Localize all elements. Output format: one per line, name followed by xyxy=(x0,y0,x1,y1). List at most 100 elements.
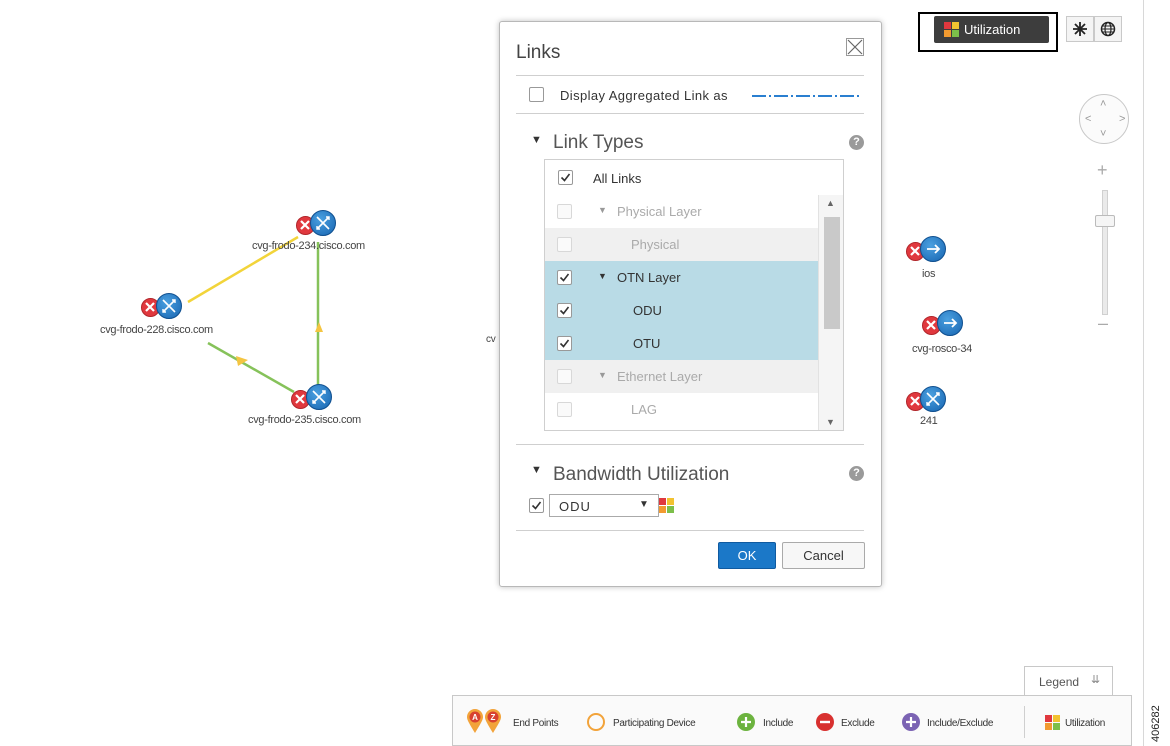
router-icon[interactable] xyxy=(310,210,336,236)
figure-id: 406282 xyxy=(1150,705,1162,742)
zoom-slider[interactable] xyxy=(1102,190,1108,315)
legend-label: Include/Exclude xyxy=(927,718,994,729)
scroll-down-icon[interactable]: ▼ xyxy=(826,417,835,427)
node-label[interactable]: cvg-frodo-228.cisco.com xyxy=(100,324,213,336)
otu-label: OTU xyxy=(633,336,661,351)
aggregated-link-label: Display Aggregated Link as xyxy=(560,88,728,103)
utilization-button[interactable]: Utilization xyxy=(934,16,1049,43)
tree-row-otu[interactable]: OTU xyxy=(545,327,818,360)
tree-row-physical: Physical xyxy=(545,228,818,261)
include-exclude-icon xyxy=(902,713,920,731)
link-228-235[interactable] xyxy=(207,341,295,394)
selected-option: ODU xyxy=(559,499,591,514)
router-icon[interactable] xyxy=(920,236,946,262)
router-icon[interactable] xyxy=(937,310,963,336)
ethernet-layer-checkbox[interactable] xyxy=(557,369,572,384)
odu-checkbox[interactable] xyxy=(557,303,572,318)
close-button[interactable] xyxy=(846,38,864,56)
svg-text:Z: Z xyxy=(491,713,496,722)
node-label[interactable]: cvg-rosco-34 xyxy=(912,343,972,355)
include-icon xyxy=(737,713,755,731)
pan-left-icon[interactable]: < xyxy=(1085,114,1091,125)
node-label[interactable]: ios xyxy=(922,268,935,280)
cancel-button[interactable]: Cancel xyxy=(782,542,865,569)
legend-label: End Points xyxy=(513,718,559,729)
tree-row-ethernet-layer: ▼ Ethernet Layer xyxy=(545,360,818,393)
lag-checkbox[interactable] xyxy=(557,402,572,417)
legend-label: Participating Device xyxy=(613,718,696,729)
zoom-out-icon[interactable]: – xyxy=(1098,313,1108,334)
collapse-triangle-icon[interactable]: ▼ xyxy=(598,271,607,281)
collapse-triangle-icon[interactable]: ▼ xyxy=(598,205,607,215)
zoom-in-icon[interactable]: + xyxy=(1097,160,1108,181)
svg-text:A: A xyxy=(472,713,478,722)
pan-right-icon[interactable]: > xyxy=(1119,114,1125,125)
router-icon[interactable] xyxy=(306,384,332,410)
help-icon[interactable]: ? xyxy=(849,135,864,150)
tree-row-otn-layer[interactable]: ▼ OTN Layer xyxy=(545,261,818,294)
router-icon[interactable] xyxy=(156,293,182,319)
link-arrow-icon xyxy=(315,322,323,332)
double-chevron-down-icon: ⇊ xyxy=(1091,674,1101,686)
zoom-slider-thumb[interactable] xyxy=(1095,215,1115,227)
utilization-icon xyxy=(944,22,959,37)
ok-button[interactable]: OK xyxy=(718,542,776,569)
pan-up-icon[interactable]: ˄ xyxy=(1100,99,1106,110)
pan-down-icon[interactable]: ˅ xyxy=(1100,129,1106,140)
ethernet-layer-label: Ethernet Layer xyxy=(617,369,703,384)
bandwidth-heading: Bandwidth Utilization xyxy=(553,464,730,485)
physical-checkbox[interactable] xyxy=(557,237,572,252)
topology-layout-icon xyxy=(1073,22,1087,36)
tree-row-physical-layer: ▼ Physical Layer xyxy=(545,195,818,228)
node-label[interactable]: cvg-frodo-235.cisco.com xyxy=(248,414,361,426)
collapse-triangle-icon[interactable]: ▼ xyxy=(598,370,607,380)
dialog-title: Links xyxy=(516,42,561,63)
otu-checkbox[interactable] xyxy=(557,336,572,351)
exclude-icon xyxy=(816,713,834,731)
map-view-button[interactable] xyxy=(1094,16,1122,42)
all-links-checkbox[interactable] xyxy=(558,170,573,185)
link-types-heading: Link Types xyxy=(553,132,644,153)
utilization-icon xyxy=(659,498,674,513)
all-links-label: All Links xyxy=(593,171,642,186)
scrollbar-thumb[interactable] xyxy=(824,217,840,329)
collapse-triangle-icon[interactable]: ▼ xyxy=(531,464,542,476)
pan-control[interactable]: ˄ ˅ < > xyxy=(1079,94,1129,144)
legend-bar: A Z End Points Participating Device Incl… xyxy=(452,695,1132,746)
utilization-label: Utilization xyxy=(964,22,1021,37)
legend-toggle[interactable]: Legend ⇊ xyxy=(1024,666,1113,696)
legend-tab-label: Legend xyxy=(1039,675,1080,689)
aggregated-line-sample xyxy=(752,95,860,97)
tree-scrollbar[interactable]: ▲ ▼ xyxy=(818,195,843,430)
aggregated-link-checkbox[interactable] xyxy=(529,87,544,102)
bandwidth-checkbox[interactable] xyxy=(529,498,544,513)
otn-layer-label: OTN Layer xyxy=(617,270,681,285)
odu-label: ODU xyxy=(633,303,662,318)
endpoint-az-icon: A Z xyxy=(467,709,501,733)
node-label[interactable]: cv xyxy=(486,334,496,345)
tree-row-lag: LAG xyxy=(545,393,818,426)
physical-layer-checkbox[interactable] xyxy=(557,204,572,219)
physical-label: Physical xyxy=(631,237,680,252)
close-icon xyxy=(847,39,863,55)
router-icon[interactable] xyxy=(920,386,946,412)
chevron-down-icon: ▼ xyxy=(639,499,650,510)
help-icon[interactable]: ? xyxy=(849,466,864,481)
scroll-up-icon[interactable]: ▲ xyxy=(826,198,835,208)
node-label[interactable]: 241 xyxy=(920,415,938,427)
layout-button[interactable] xyxy=(1066,16,1094,42)
node-label[interactable]: cvg-frodo-234.cisco.com xyxy=(252,240,365,252)
lag-label: LAG xyxy=(631,402,658,417)
globe-icon xyxy=(1100,21,1116,37)
links-dialog: Links Display Aggregated Link as ▼ Link … xyxy=(499,21,882,587)
physical-layer-label: Physical Layer xyxy=(617,204,702,219)
legend-divider xyxy=(1024,706,1025,738)
panel-divider xyxy=(1143,0,1144,746)
collapse-triangle-icon[interactable]: ▼ xyxy=(531,134,542,146)
legend-label: Exclude xyxy=(841,718,875,729)
legend-label: Include xyxy=(763,718,794,729)
otn-layer-checkbox[interactable] xyxy=(557,270,572,285)
tree-row-odu[interactable]: ODU xyxy=(545,294,818,327)
bandwidth-type-select[interactable]: ODU ▼ xyxy=(549,494,659,517)
legend-label: Utilization xyxy=(1065,718,1106,729)
